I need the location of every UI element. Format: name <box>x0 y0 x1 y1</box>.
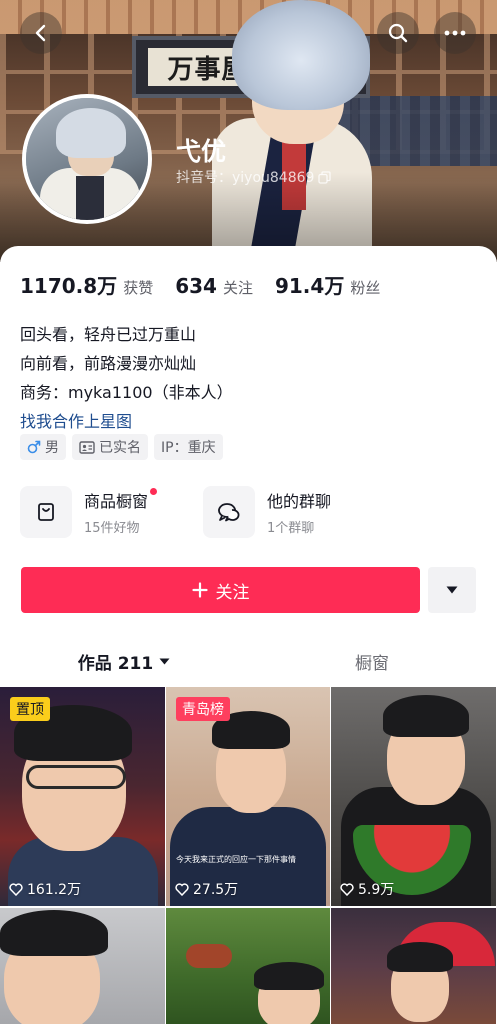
video-person-hair <box>387 942 453 972</box>
search-button[interactable] <box>377 12 419 54</box>
content-tabs: 作品 211 橱窗 <box>0 641 497 681</box>
video-tile[interactable] <box>0 908 165 1024</box>
video-tile[interactable]: 5.9万 <box>331 687 496 906</box>
heart-icon <box>9 882 23 896</box>
bio-line-3: 商务：myka1100（非本人） <box>20 383 233 402</box>
notification-dot <box>150 488 158 495</box>
bio-line-1: 回头看，轻舟已过万重山 <box>20 325 197 344</box>
rank-badge: 青岛榜 <box>176 697 230 721</box>
entry-showcase[interactable]: 商品橱窗 15件好物 <box>20 486 203 538</box>
glasses-shape <box>26 765 126 789</box>
avatar-hair <box>56 108 126 158</box>
follow-button[interactable]: 关注 <box>21 567 420 613</box>
entry-group-chat-sub: 1个群聊 <box>267 521 315 536</box>
tag-verified: 已实名 <box>72 434 148 460</box>
entry-showcase-icon-box <box>20 486 72 538</box>
star-map-link[interactable]: 找我合作上星图 <box>20 407 233 436</box>
tab-works[interactable]: 作品 211 <box>0 641 248 681</box>
tag-verified-text: 已实名 <box>99 440 141 456</box>
profile-card: 1170.8万 获赞 634 关注 91.4万 粉丝 回头看，轻舟已过万重山 向… <box>0 246 497 1024</box>
stat-following-value: 634 <box>175 274 217 298</box>
entry-showcase-sub: 15件好物 <box>84 521 140 536</box>
tag-gender-text: 男 <box>45 440 59 456</box>
entry-showcase-title: 商品橱窗 <box>84 492 149 511</box>
plus-icon <box>191 582 208 598</box>
pinned-badge: 置顶 <box>10 697 50 721</box>
heart-icon <box>340 882 354 896</box>
stat-followers-label: 粉丝 <box>350 279 381 297</box>
entry-showcase-title-wrap: 商品橱窗 <box>84 488 158 512</box>
video-tile[interactable] <box>331 908 496 1024</box>
avatar-inner-robe <box>76 176 104 220</box>
nickname: 弋优 <box>176 137 227 166</box>
stat-likes-label: 获赞 <box>123 279 154 297</box>
stat-likes: 1170.8万 获赞 <box>20 270 153 299</box>
bio: 回头看，轻舟已过万重山 向前看，前路漫漫亦灿灿 商务：myka1100（非本人）… <box>20 320 233 436</box>
tab-works-label: 作品 211 <box>77 653 154 674</box>
banner-character-hair <box>232 0 370 110</box>
avatar[interactable] <box>22 94 152 224</box>
search-icon <box>388 23 408 43</box>
group-chat-icon <box>218 503 240 522</box>
caret-down-icon <box>446 586 458 594</box>
video-likes-count: 5.9万 <box>358 882 395 898</box>
tag-ip: IP：重庆 <box>154 434 223 460</box>
video-person-hair <box>0 910 108 956</box>
more-dots-icon <box>444 30 466 36</box>
stat-followers[interactable]: 91.4万 粉丝 <box>275 270 380 299</box>
video-tile[interactable]: 青岛榜 今天我来正式的回应一下那件事情 27.5万 <box>166 687 330 906</box>
follow-button-label: 关注 <box>215 582 250 603</box>
stat-followers-value: 91.4万 <box>274 274 345 298</box>
stat-following[interactable]: 634 关注 <box>175 274 253 298</box>
stat-likes-value: 1170.8万 <box>20 274 118 298</box>
video-tile[interactable] <box>166 908 330 1024</box>
entry-showcase-text: 商品橱窗 15件好物 <box>84 488 158 536</box>
video-caption: 今天我来正式的回应一下那件事情 <box>176 855 296 864</box>
video-likes: 161.2万 <box>9 879 81 899</box>
douyin-id: 抖音号：yiyou84869 <box>176 170 315 186</box>
video-person-hair <box>383 695 469 737</box>
douyin-id-row[interactable]: 抖音号：yiyou84869 <box>176 167 332 187</box>
more-button[interactable] <box>434 12 476 54</box>
stat-following-label: 关注 <box>222 279 253 297</box>
video-grid: 置顶 161.2万 青岛榜 今天我来正式的回应一下那件事情 27.5万 5.9万 <box>0 687 497 1024</box>
entry-group-chat-text: 他的群聊 1个群聊 <box>267 488 331 536</box>
stats-row: 1170.8万 获赞 634 关注 91.4万 粉丝 <box>20 270 402 299</box>
red-panda-shape <box>186 944 232 968</box>
feature-entries: 商品橱窗 15件好物 他的群聊 1个群聊 <box>20 486 403 538</box>
tag-gender: 男 <box>20 434 66 460</box>
back-button[interactable] <box>20 12 62 54</box>
back-arrow-icon <box>35 24 46 42</box>
video-likes-count: 161.2万 <box>27 882 82 898</box>
entry-group-chat[interactable]: 他的群聊 1个群聊 <box>203 486 403 538</box>
heart-icon <box>175 882 189 896</box>
recommend-toggle-button[interactable] <box>428 567 476 613</box>
shop-bag-icon <box>38 503 54 521</box>
video-likes: 5.9万 <box>340 879 394 899</box>
video-likes: 27.5万 <box>175 879 238 899</box>
profile-tags: 男 已实名 IP：重庆 <box>20 434 223 460</box>
video-likes-count: 27.5万 <box>193 882 239 898</box>
entry-group-chat-title: 他的群聊 <box>267 492 332 511</box>
tab-showcase[interactable]: 橱窗 <box>248 641 496 681</box>
tab-showcase-label: 橱窗 <box>355 653 389 674</box>
video-tile[interactable]: 置顶 161.2万 <box>0 687 165 906</box>
tag-ip-text: IP：重庆 <box>161 440 216 456</box>
id-card-icon <box>79 440 95 454</box>
copy-icon[interactable] <box>318 170 332 184</box>
bio-line-2: 向前看，前路漫漫亦灿灿 <box>20 354 197 373</box>
caret-down-icon <box>159 658 170 664</box>
male-icon <box>27 440 41 454</box>
video-person-hair <box>254 962 324 990</box>
entry-group-chat-icon-box <box>203 486 255 538</box>
